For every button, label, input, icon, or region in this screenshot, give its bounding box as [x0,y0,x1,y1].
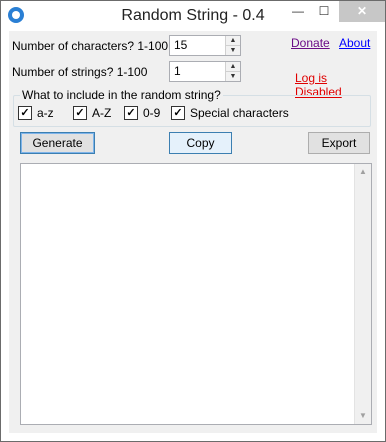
spin-up-icon[interactable]: ▲ [226,36,240,46]
copy-button[interactable]: Copy [169,132,232,154]
checkbox-lowercase[interactable]: ✓ a-z [18,106,54,120]
app-window: Random String - 0.4 — ☐ ✕ Number of char… [0,0,386,442]
title-bar: Random String - 0.4 — ☐ ✕ [1,1,385,31]
check-icon[interactable]: ✓ [18,106,32,120]
num-strings-spinner[interactable]: 1 ▲ ▼ [169,61,241,82]
checkbox-label: 0-9 [143,106,161,120]
num-chars-spinner[interactable]: 15 ▲ ▼ [169,35,241,56]
checkbox-label: a-z [37,106,54,120]
check-icon[interactable]: ✓ [124,106,138,120]
spin-down-icon[interactable]: ▼ [226,72,240,81]
num-chars-value[interactable]: 15 [174,38,187,52]
scroll-down-icon[interactable]: ▼ [355,408,371,424]
checkbox-special[interactable]: ✓ Special characters [171,106,289,120]
num-strings-value[interactable]: 1 [174,64,181,78]
include-options-group: What to include in the random string? ✓ … [13,88,371,127]
num-strings-spin-buttons: ▲ ▼ [225,62,240,81]
client-area: Number of characters? 1-100 15 ▲ ▼ Numbe… [9,31,377,433]
check-icon[interactable]: ✓ [171,106,185,120]
spin-up-icon[interactable]: ▲ [226,62,240,72]
num-strings-label: Number of strings? 1-100 [12,65,148,79]
spin-down-icon[interactable]: ▼ [226,46,240,55]
donate-link[interactable]: Donate [291,36,330,50]
export-button[interactable]: Export [308,132,370,154]
output-textarea[interactable]: ▲ ▼ [20,163,372,425]
checkbox-label: A-Z [92,106,112,120]
num-chars-label: Number of characters? 1-100 [12,39,169,53]
checkbox-uppercase[interactable]: ✓ A-Z [73,106,111,120]
num-chars-spin-buttons: ▲ ▼ [225,36,240,55]
generate-button[interactable]: Generate [20,132,95,154]
close-button[interactable]: ✕ [339,1,385,22]
about-link[interactable]: About [339,36,370,50]
checkbox-label: Special characters [190,106,289,120]
scroll-up-icon[interactable]: ▲ [355,164,371,180]
vertical-scrollbar[interactable]: ▲ ▼ [354,164,371,424]
minimize-button[interactable]: — [285,1,311,22]
maximize-button[interactable]: ☐ [311,1,337,22]
check-icon[interactable]: ✓ [73,106,87,120]
include-group-title: What to include in the random string? [20,88,223,102]
checkbox-digits[interactable]: ✓ 0-9 [124,106,160,120]
